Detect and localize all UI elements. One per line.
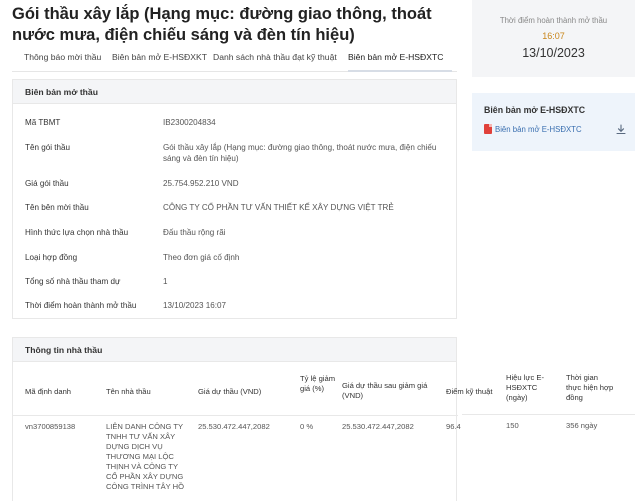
download-icon[interactable] (616, 124, 626, 135)
main-content: Gói thầu xây lắp (Hạng mục: đường giao t… (0, 0, 492, 501)
info-key: Thời điểm hoàn thành mở thầu (25, 301, 137, 310)
discount-rate: 0 % (300, 422, 314, 431)
info-value: Gói thầu xây lắp (Hạng mục: đường giao t… (163, 143, 437, 163)
column-header: Điểm kỹ thuật (446, 387, 493, 396)
column-header: Hiệu lực E-HSĐXTC (ngày) (506, 373, 544, 402)
tab-bar: Thông báo mời thầu Biên bản mở E-HSĐXKT … (12, 44, 457, 72)
info-value: CÔNG TY CỔ PHẦN TƯ VẤN THIẾT KẾ XÂY DỰNG… (163, 203, 394, 212)
column-header: Giá dự thầu (VND) (198, 387, 262, 396)
validity-days: 150 (506, 421, 519, 430)
technical-score: 96.4 (446, 422, 461, 431)
info-value: 25.754.952.210 VND (163, 179, 239, 188)
info-value: Theo đơn giá cố định (163, 253, 240, 262)
contractor-id: vn3700859138 (25, 422, 76, 431)
column-header: Tên nhà thầu (106, 387, 151, 396)
info-value: 1 (163, 277, 168, 286)
contractor-name: LIÊN DANH CÔNG TY TNHH TƯ VẤN XÂY DỰNG D… (106, 422, 185, 491)
column-header: Thời gian thực hiện hợp đồng (566, 373, 614, 402)
opening-minutes-section: Biên bản mở thầu Mã TBMT IB2300204834 Tê… (12, 79, 457, 319)
info-value: 13/10/2023 16:07 (163, 301, 227, 310)
tab-technical-opening[interactable]: Biên bản mở E-HSĐXKT (112, 52, 207, 62)
info-key: Loại hợp đồng (25, 253, 78, 262)
tab-financial-opening[interactable]: Biên bản mở E-HSĐXTC (348, 52, 443, 62)
download-card: Biên bản mở E-HSĐXTC Biên bản mở E-HSĐXT… (472, 93, 635, 151)
info-value: IB2300204834 (163, 118, 216, 127)
pdf-file-icon (484, 124, 492, 134)
download-file-link[interactable]: Biên bản mở E-HSĐXTC (495, 125, 582, 134)
contractor-info-section: Thông tin nhà thầu Mã định danh Tên nhà … (12, 337, 492, 501)
info-key: Mã TBMT (25, 118, 61, 127)
bid-price: 25.530.472.447,2082 (198, 422, 270, 431)
column-header: Giá dự thầu sau giảm giá (VND) (342, 381, 428, 400)
completion-time: 16:07 (542, 31, 565, 41)
info-key: Tên bên mời thầu (25, 203, 89, 212)
contract-duration: 356 ngày (566, 421, 598, 430)
active-tab-indicator (348, 70, 452, 72)
column-header: Mã định danh (25, 387, 72, 396)
column-header: Tỷ lệ giảm giá (%) (300, 374, 336, 393)
opening-minutes-heading: Biên bản mở thầu (13, 80, 456, 104)
download-row[interactable]: Biên bản mở E-HSĐXTC (484, 124, 626, 136)
table-header-divider-ext (462, 414, 635, 415)
completion-date: 13/10/2023 (522, 46, 585, 60)
page-title: Gói thầu xây lắp (Hạng mục: đường giao t… (12, 5, 432, 44)
info-key: Hình thức lựa chọn nhà thầu (25, 228, 129, 237)
contractor-info-heading: Thông tin nhà thầu (13, 338, 456, 362)
info-value: Đấu thầu rộng rãi (163, 228, 226, 237)
tab-qualified-contractors[interactable]: Danh sách nhà thầu đạt kỹ thuật (213, 52, 337, 62)
info-key: Tên gói thầu (25, 143, 70, 152)
info-key: Tổng số nhà thầu tham dự (25, 277, 121, 286)
completion-label: Thời điểm hoàn thành mở thầu (499, 16, 608, 25)
download-title: Biên bản mở E-HSĐXTC (484, 105, 586, 115)
table-header-divider (13, 415, 458, 416)
price-after-discount: 25.530.472.447,2082 (342, 422, 414, 431)
info-key: Giá gói thầu (25, 179, 69, 188)
tab-invitation[interactable]: Thông báo mời thầu (24, 52, 101, 62)
completion-time-card: Thời điểm hoàn thành mở thầu 16:07 13/10… (472, 0, 635, 77)
